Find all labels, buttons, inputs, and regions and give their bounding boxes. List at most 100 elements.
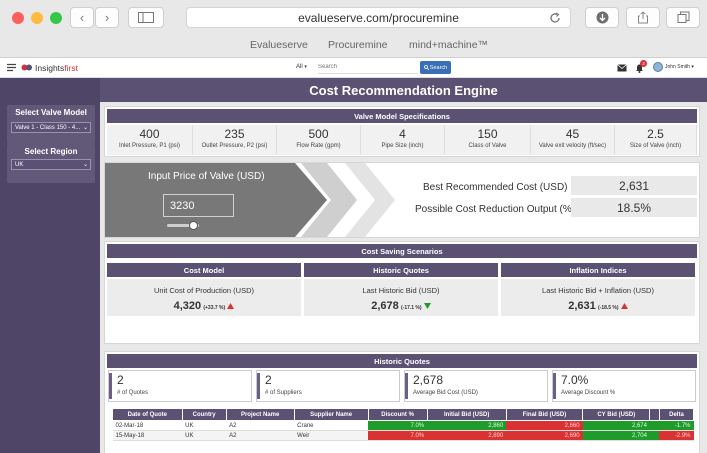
spec-value: 45: [565, 127, 580, 141]
url-text: evalueserve.com/procuremine: [298, 10, 459, 25]
historic-quotes-table: Date of Quote Country Project Name Supplier…: [112, 408, 695, 441]
table-row[interactable]: 02-Mar-18 UK A2 Crane 7.0% 2,860 2,660 2,674 -1.…: [112, 420, 694, 431]
valve-model-value: Valve 1 - Class 150 - 4...: [15, 125, 81, 131]
table-row[interactable]: 15-May-18 UK A2 Weir 7.0% 2,890 2,690 2,704 -2.9…: [112, 430, 694, 441]
spec-item: 45 Valve exit velocity (ft/sec): [531, 125, 615, 155]
table-cell: [649, 420, 660, 431]
spec-label: Class of Valve: [468, 143, 507, 149]
spec-value: 2.5: [647, 127, 664, 141]
region-label: Select Region: [24, 147, 78, 156]
scenario-delta: (+33.7 %): [203, 305, 226, 311]
scenario-delta: (-17.1 %): [400, 305, 422, 311]
downloads-button[interactable]: [585, 7, 619, 28]
insightsfirst-logo-icon: [21, 64, 32, 71]
search-button-label: Search: [429, 64, 448, 71]
recommendation-panel: Input Price of Valve (USD) Best Recommen…: [104, 162, 700, 238]
sidebar-icon: [138, 12, 154, 23]
region-value: UK: [15, 162, 24, 168]
table-cell: 2,674: [582, 420, 650, 431]
chevron-left-icon: ‹: [79, 10, 85, 25]
spec-value: 235: [224, 127, 245, 141]
spec-value: 400: [139, 127, 160, 141]
search-scope-select[interactable]: All ▾: [296, 64, 307, 70]
scenario-delta: (-18.5 %): [597, 305, 619, 311]
search-input[interactable]: [318, 61, 418, 74]
spec-item: 150 Class of Valve: [445, 125, 531, 155]
scenarios-panel: Cost Saving Scenarios Cost Model Unit Cos…: [104, 241, 700, 344]
column-header[interactable]: Delta: [658, 408, 695, 421]
minimize-window-button[interactable]: [31, 12, 43, 24]
chevron-right-icon: ›: [104, 10, 110, 25]
column-header[interactable]: CY Bid (USD): [582, 408, 651, 421]
column-header[interactable]: Country: [181, 408, 227, 421]
search-icon: [423, 65, 429, 70]
valve-model-filter: Select Valve Model Valve 1 - Class 150 -…: [7, 105, 95, 144]
search-button[interactable]: Search: [420, 61, 451, 74]
price-input[interactable]: [163, 194, 234, 217]
brand-prefix: Insights: [35, 63, 65, 73]
share-icon: [638, 11, 648, 24]
reload-icon[interactable]: [549, 12, 561, 24]
specs-panel: Valve Model Specifications 400 Inlet Pres…: [104, 106, 700, 157]
share-button[interactable]: [626, 7, 660, 28]
chevron-down-icon: ⌄: [82, 162, 88, 168]
maximize-window-button[interactable]: [50, 12, 62, 24]
close-window-button[interactable]: [12, 12, 24, 24]
table-cell: UK: [182, 420, 227, 431]
kpi-value: 2,678: [413, 373, 444, 387]
spec-label: Size of Valve (inch): [629, 143, 682, 149]
scenario-card: Last Historic Bid + Inflation (USD) 2,631…: [501, 279, 695, 316]
browser-tab-procuremine[interactable]: Procuremine: [328, 39, 388, 51]
chevron-down-icon: ▾: [304, 64, 307, 70]
kpi-card: 2 # of Quotes: [108, 370, 252, 402]
column-header[interactable]: Date of Quote: [112, 408, 183, 421]
price-slider-handle[interactable]: [188, 221, 198, 230]
user-menu[interactable]: John Smith ▾: [665, 64, 694, 70]
column-header[interactable]: [649, 408, 660, 421]
sidebar-toggle-button[interactable]: [128, 7, 164, 28]
kpi-label: # of Quotes: [117, 390, 149, 396]
kpi-card: 2,678 Average Bid Cost (USD): [404, 370, 548, 402]
kpi-card: 2 # of Suppliers: [256, 370, 400, 402]
table-cell: A2: [226, 420, 295, 431]
column-header[interactable]: Final Bid (USD): [505, 408, 584, 421]
triangle-up-icon: [620, 303, 628, 309]
browser-tab-evalueserve[interactable]: Evalueserve: [250, 39, 308, 51]
kpi-card: 7.0% Average Discount %: [552, 370, 696, 402]
valve-model-label: Select Valve Model: [15, 108, 87, 117]
column-header[interactable]: Project Name: [225, 408, 295, 421]
column-header[interactable]: Initial Bid (USD): [426, 408, 507, 421]
kpi-label: # of Suppliers: [265, 390, 302, 396]
valve-model-select[interactable]: Valve 1 - Class 150 - 4... ⌄: [11, 122, 91, 133]
column-header[interactable]: Supplier Name: [293, 408, 369, 421]
table-cell: 2,690: [506, 430, 583, 441]
browser-tab-mind-machine[interactable]: mind+machine™: [409, 39, 488, 51]
scenario-header: Cost Model: [107, 263, 301, 277]
kpi-accent: [553, 373, 556, 399]
mail-icon[interactable]: [617, 64, 627, 72]
scenario-header: Inflation Indices: [501, 263, 695, 277]
column-header[interactable]: Discount %: [367, 408, 428, 421]
chevron-down-icon: ⌄: [82, 125, 88, 131]
menu-icon[interactable]: [7, 63, 16, 72]
kpi-accent: [405, 373, 408, 399]
table-cell: 2,890: [427, 430, 507, 441]
page-title: Cost Recommendation Engine: [100, 78, 707, 102]
region-select[interactable]: UK ⌄: [11, 159, 91, 170]
avatar[interactable]: [653, 62, 663, 72]
brand-suffix: first: [64, 63, 78, 73]
table-cell: -2.9%: [659, 430, 694, 441]
main-content: Cost Recommendation Engine Valve Model S…: [100, 78, 707, 453]
kpi-label: Average Bid Cost (USD): [413, 390, 478, 396]
forward-button[interactable]: ›: [95, 7, 119, 28]
address-bar[interactable]: evalueserve.com/procuremine: [186, 7, 571, 28]
back-button[interactable]: ‹: [70, 7, 94, 28]
tabs-overview-button[interactable]: [666, 7, 700, 28]
scenario-card: Last Historic Bid (USD) 2,678 (-17.1 %): [304, 279, 498, 316]
scenario-label: Last Historic Bid (USD): [362, 286, 440, 295]
table-header-row: Date of Quote Country Project Name Supplier…: [112, 408, 695, 421]
spec-value: 150: [477, 127, 498, 141]
caret-down-icon: ▾: [691, 64, 694, 70]
brand-logo: Insightsfirst: [35, 63, 78, 73]
kpi-value: 2: [117, 373, 124, 387]
